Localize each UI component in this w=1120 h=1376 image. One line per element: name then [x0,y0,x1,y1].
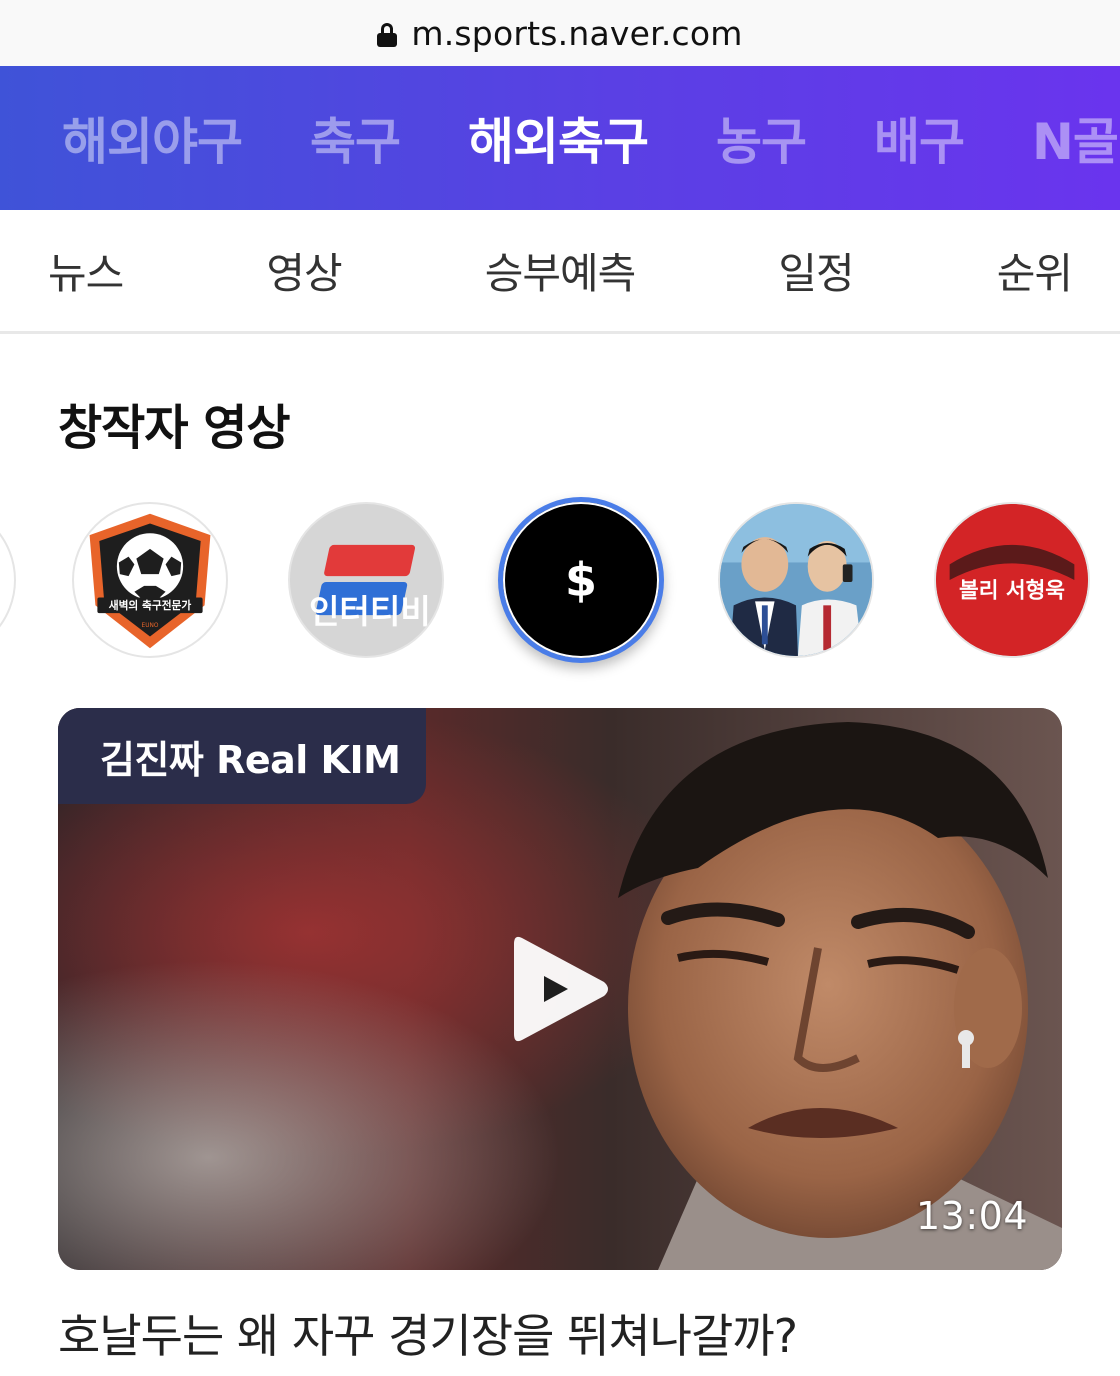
svg-text:인터티비: 인터티비 [309,592,431,631]
video-card[interactable]: 김진짜 Real KIM 13:04 [58,708,1062,1270]
creator-photo-icon [720,504,872,656]
tab-prediction[interactable]: 승부예측 [485,240,637,301]
video-duration: 13:04 [915,1194,1028,1238]
tab-news[interactable]: 뉴스 [48,240,124,301]
creator-badge: 김진짜 Real KIM [58,708,426,804]
lock-icon [377,23,398,47]
play-icon[interactable] [508,930,612,1048]
tab-overseas-soccer[interactable]: 해외축구 [468,102,649,174]
tab-n-goal[interactable]: N골 [1032,102,1119,174]
tab-schedule[interactable]: 일정 [778,240,854,301]
sport-tabs: 해외야구 축구 해외축구 농구 배구 N골 [0,66,1120,210]
page: m.sports.naver.com 해외야구 축구 해외축구 농구 배구 N골… [0,0,1120,1376]
sub-tabs: 뉴스 영상 승부예측 일정 순위 [0,210,1120,334]
creator-avatar-5[interactable]: 볼리 서형욱 [934,502,1090,658]
tab-overseas-baseball[interactable]: 해외야구 [62,102,243,174]
browser-url-bar[interactable]: m.sports.naver.com [0,0,1120,66]
tab-basketball[interactable]: 농구 [716,102,807,174]
svg-text:볼리 서형욱: 볼리 서형욱 [959,579,1065,604]
creator-avatar-2[interactable]: 인터티비 [288,502,444,658]
svg-text:$: $ [565,553,597,607]
section-title: 창작자 영상 [58,400,291,456]
tab-soccer[interactable]: 축구 [310,102,401,174]
inter-tv-logo-icon: 인터티비 [290,504,442,656]
dollar-logo-icon: $ [503,502,659,658]
soccer-shield-logo-icon: 새벽의 축구전문가 EUNO [89,513,211,649]
video-title[interactable]: 호날두는 왜 자꾸 경기장을 뛰쳐나갈까? [58,1300,798,1366]
creator-avatar-1[interactable]: 새벽의 축구전문가 EUNO [72,502,228,658]
svg-text:새벽의 축구전문가: 새벽의 축구전문가 [109,599,192,612]
creator-carousel: 새벽의 축구전문가 EUNO 인터티비 $ 볼리 서형욱 [0,497,1120,670]
tab-volleyball[interactable]: 배구 [874,102,965,174]
creator-avatar-3[interactable]: $ [498,497,664,663]
svg-text:EUNO: EUNO [142,623,159,629]
url-text: m.sports.naver.com [411,13,743,53]
tab-ranking[interactable]: 순위 [997,240,1073,301]
creator-avatar-partial[interactable] [0,502,16,658]
creator-avatar-4[interactable] [718,502,874,658]
bolli-logo-icon: 볼리 서형욱 [936,504,1088,656]
tab-video[interactable]: 영상 [266,240,342,301]
